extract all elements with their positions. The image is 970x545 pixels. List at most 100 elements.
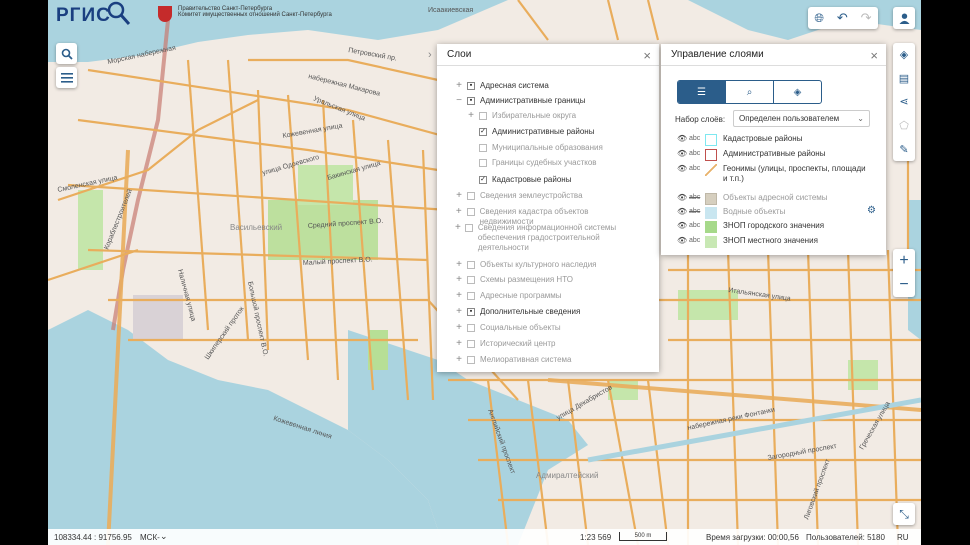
- layer-checkbox[interactable]: [479, 112, 487, 120]
- print-icon[interactable]: ▤: [899, 72, 909, 85]
- layer-tree-item[interactable]: + Схемы размещения НТО: [455, 275, 637, 285]
- layer-tree-item[interactable]: ✓ Кадастровые районы: [467, 175, 637, 185]
- layer-tree-item[interactable]: + Сведения землеустройства: [455, 191, 637, 201]
- label-toggle[interactable]: abc: [689, 236, 700, 246]
- managed-layer-row[interactable]: 👁︎ abc Кадастровые районы: [674, 134, 869, 146]
- expand-icon[interactable]: +: [455, 207, 463, 217]
- managed-layer-row[interactable]: 👁︎ abc Водные объекты: [674, 207, 869, 219]
- layer-tree-item[interactable]: + Сведения информационной системы обеспеч…: [455, 223, 637, 253]
- search-button[interactable]: [56, 43, 77, 64]
- globe-icon[interactable]: 🌐︎: [814, 11, 824, 26]
- layer-checkbox[interactable]: [479, 144, 487, 152]
- stack-icon: ◈: [793, 86, 802, 98]
- scalebar: 500 m: [619, 532, 667, 541]
- expand-icon[interactable]: +: [455, 339, 463, 349]
- expand-icon[interactable]: +: [455, 323, 463, 333]
- layer-tree-item[interactable]: + Социальные объекты: [455, 323, 637, 333]
- layer-tree-item[interactable]: − ▪ Административные границы: [455, 96, 637, 106]
- language-selector[interactable]: RU: [897, 533, 909, 542]
- layer-checkbox[interactable]: ▪: [467, 97, 475, 105]
- zoom-out-icon[interactable]: −: [899, 277, 908, 293]
- crs-selector[interactable]: МСК-: [140, 533, 160, 542]
- layer-tree-item[interactable]: + Избирательные округа: [467, 111, 637, 121]
- layers-icon[interactable]: ◈: [900, 48, 908, 61]
- layer-label: Социальные объекты: [480, 323, 561, 332]
- chevron-down-icon: ⌄: [857, 114, 864, 123]
- layer-checkbox[interactable]: [467, 340, 475, 348]
- expand-icon[interactable]: +: [455, 260, 463, 270]
- tab-list-view[interactable]: ☰: [678, 81, 725, 103]
- managed-layer-row[interactable]: 👁︎ abc Объекты адресной системы: [674, 193, 869, 205]
- measure-icon[interactable]: ⬠: [899, 119, 909, 132]
- expand-icon[interactable]: +: [455, 275, 463, 285]
- user-button[interactable]: [893, 7, 915, 29]
- layer-checkbox[interactable]: [464, 224, 473, 232]
- eye-icon[interactable]: 👁︎: [677, 149, 687, 159]
- layer-checkbox[interactable]: [466, 208, 475, 216]
- undo-icon[interactable]: ↶: [837, 10, 848, 26]
- managed-layer-row[interactable]: 👁︎ abc ЗНОП местного значения: [674, 236, 869, 248]
- tab-search-view[interactable]: ⌕: [725, 81, 773, 103]
- layer-checkbox[interactable]: [479, 159, 487, 167]
- layer-tree-item[interactable]: ✓ Административные районы: [467, 127, 637, 137]
- redo-icon[interactable]: ↷: [861, 10, 872, 26]
- zoom-in-icon[interactable]: +: [899, 253, 908, 269]
- managed-layer-row[interactable]: 👁︎ abc ЗНОП городского значения: [674, 221, 869, 233]
- expand-icon[interactable]: +: [455, 307, 463, 317]
- managed-layer-row[interactable]: 👁︎ abc Геонимы (улицы, проспекты, площади …: [674, 164, 869, 184]
- layer-set-select[interactable]: Определен пользователем ⌄: [733, 110, 870, 127]
- app-logo[interactable]: РГИС: [56, 1, 131, 28]
- expand-icon[interactable]: +: [455, 191, 463, 201]
- layer-checkbox[interactable]: [467, 261, 475, 269]
- eye-icon[interactable]: 👁︎: [677, 236, 687, 246]
- collapse-chevron-icon[interactable]: ›: [428, 49, 432, 61]
- label-toggle[interactable]: abc: [689, 207, 700, 217]
- menu-button[interactable]: [56, 67, 77, 88]
- eye-icon[interactable]: 👁︎: [677, 221, 687, 231]
- expand-icon[interactable]: +: [467, 111, 475, 121]
- org-info: Правительство Санкт-Петербурга Комитет и…: [158, 6, 332, 22]
- gear-icon[interactable]: ⚙: [867, 205, 876, 216]
- eye-icon[interactable]: 👁︎: [677, 207, 687, 217]
- layer-checkbox[interactable]: [467, 192, 475, 200]
- layer-checkbox[interactable]: [467, 356, 475, 364]
- close-icon[interactable]: ×: [870, 48, 878, 63]
- expand-icon[interactable]: +: [455, 291, 463, 301]
- layer-tree-item[interactable]: + ▪ Дополнительные сведения: [455, 307, 637, 317]
- expand-icon[interactable]: +: [455, 223, 461, 233]
- collapse-icon[interactable]: −: [455, 96, 463, 106]
- managed-layer-row[interactable]: 👁︎ abc Административные районы: [674, 149, 869, 161]
- layer-checkbox[interactable]: [467, 324, 475, 332]
- label-toggle[interactable]: abc: [689, 193, 700, 203]
- eye-icon[interactable]: 👁︎: [677, 134, 687, 144]
- close-icon[interactable]: ×: [643, 48, 651, 63]
- user-count: Пользователей: 5180: [806, 533, 885, 542]
- label-toggle[interactable]: abc: [689, 221, 700, 231]
- fullscreen-button[interactable]: ⤡: [893, 503, 915, 525]
- eye-icon[interactable]: 👁︎: [677, 164, 687, 174]
- label-toggle[interactable]: abc: [689, 149, 700, 159]
- layer-tree-item[interactable]: Границы судебных участков: [467, 158, 637, 168]
- label-toggle[interactable]: abc: [689, 134, 700, 144]
- tab-stack-view[interactable]: ◈: [773, 81, 821, 103]
- layer-tree-item[interactable]: + Адресные программы: [455, 291, 637, 301]
- layer-label: Административные районы: [492, 127, 595, 136]
- layer-checkbox[interactable]: [467, 292, 475, 300]
- layer-checkbox[interactable]: ✓: [479, 128, 487, 136]
- eye-icon[interactable]: 👁︎: [677, 193, 687, 203]
- layer-tree-item[interactable]: + Объекты культурного наследия: [455, 260, 637, 270]
- layer-checkbox[interactable]: ✓: [479, 176, 487, 184]
- layer-checkbox[interactable]: ▪: [467, 308, 475, 316]
- layer-tree-item[interactable]: + Мелиоративная система: [455, 355, 637, 365]
- pencil-icon[interactable]: ✎: [899, 143, 908, 156]
- layer-tree-item[interactable]: Муниципальные образования: [467, 143, 637, 153]
- layer-tree-item[interactable]: + ▪ Адресная система: [455, 81, 637, 91]
- map-label: Адмиралтейский: [536, 471, 598, 480]
- expand-icon[interactable]: +: [455, 81, 463, 91]
- expand-icon[interactable]: +: [455, 355, 463, 365]
- share-icon[interactable]: ⋖: [899, 95, 908, 108]
- layer-checkbox[interactable]: ▪: [467, 82, 475, 90]
- layer-tree-item[interactable]: + Исторический центр: [455, 339, 637, 349]
- label-toggle[interactable]: abc: [689, 164, 700, 174]
- layer-checkbox[interactable]: [467, 276, 475, 284]
